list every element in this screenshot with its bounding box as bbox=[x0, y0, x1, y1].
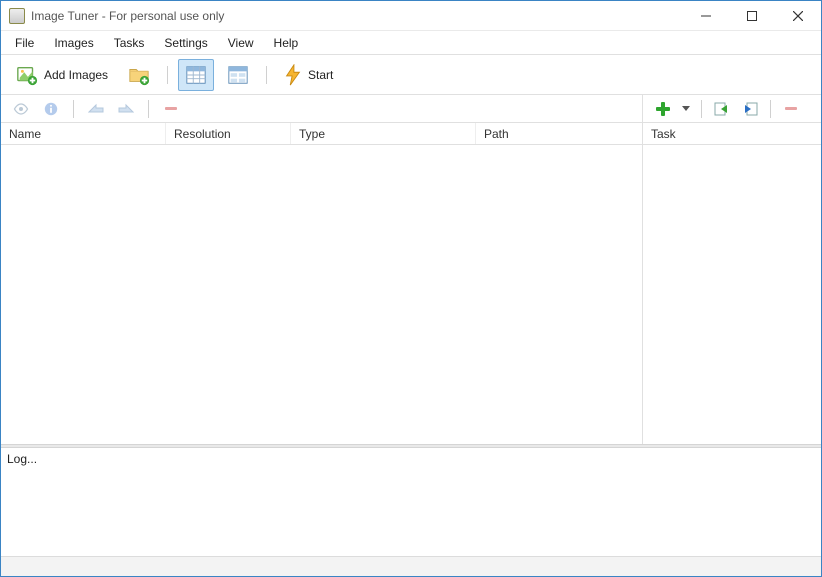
col-task[interactable]: Task bbox=[643, 123, 821, 144]
import-icon bbox=[714, 101, 730, 117]
col-name[interactable]: Name bbox=[1, 123, 166, 144]
tasks-list[interactable] bbox=[643, 145, 821, 444]
window-controls bbox=[683, 1, 821, 30]
remove-image-button[interactable] bbox=[159, 98, 183, 120]
import-tasks-button[interactable] bbox=[710, 98, 734, 120]
main-toolbar: Add Images Start bbox=[1, 55, 821, 95]
menu-images[interactable]: Images bbox=[44, 33, 103, 53]
eye-icon bbox=[13, 103, 29, 115]
export-tasks-button[interactable] bbox=[738, 98, 762, 120]
images-columns: Name Resolution Type Path bbox=[1, 123, 642, 145]
info-button[interactable] bbox=[39, 98, 63, 120]
secondary-toolbars bbox=[1, 95, 821, 123]
lightning-icon bbox=[284, 64, 302, 86]
remove-icon bbox=[785, 107, 797, 110]
add-images-button[interactable]: Add Images bbox=[9, 59, 115, 91]
menu-help[interactable]: Help bbox=[264, 33, 309, 53]
remove-task-button[interactable] bbox=[779, 98, 803, 120]
separator bbox=[701, 100, 702, 118]
toolbar-separator bbox=[266, 66, 267, 84]
toolbar-separator bbox=[167, 66, 168, 84]
menu-bar: File Images Tasks Settings View Help bbox=[1, 31, 821, 55]
images-toolbar bbox=[1, 95, 643, 122]
info-icon bbox=[44, 102, 58, 116]
rotate-left-button[interactable] bbox=[84, 98, 108, 120]
minimize-button[interactable] bbox=[683, 1, 729, 30]
start-button[interactable]: Start bbox=[277, 59, 340, 91]
close-button[interactable] bbox=[775, 1, 821, 30]
menu-settings[interactable]: Settings bbox=[154, 33, 217, 53]
export-icon bbox=[742, 101, 758, 117]
col-type[interactable]: Type bbox=[291, 123, 476, 144]
col-path[interactable]: Path bbox=[476, 123, 642, 144]
start-label: Start bbox=[308, 68, 333, 82]
window-title: Image Tuner - For personal use only bbox=[31, 9, 224, 23]
view-details-button[interactable] bbox=[178, 59, 214, 91]
preview-button[interactable] bbox=[9, 98, 33, 120]
images-list[interactable] bbox=[1, 145, 642, 444]
list-view-icon bbox=[185, 64, 207, 86]
tasks-columns: Task bbox=[643, 123, 821, 145]
thumbnails-view-icon bbox=[227, 64, 249, 86]
title-bar: Image Tuner - For personal use only bbox=[1, 1, 821, 31]
chevron-down-icon bbox=[682, 106, 690, 111]
add-task-button[interactable] bbox=[651, 98, 675, 120]
add-icon bbox=[656, 102, 670, 116]
menu-view[interactable]: View bbox=[218, 33, 264, 53]
add-task-dropdown[interactable] bbox=[679, 98, 693, 120]
separator bbox=[73, 100, 74, 118]
tasks-toolbar bbox=[643, 95, 821, 122]
status-bar bbox=[1, 556, 821, 576]
add-images-icon bbox=[16, 64, 38, 86]
separator bbox=[770, 100, 771, 118]
menu-file[interactable]: File bbox=[5, 33, 44, 53]
content-panes: Name Resolution Type Path Task bbox=[1, 123, 821, 444]
add-folder-button[interactable] bbox=[121, 59, 157, 91]
log-text: Log... bbox=[7, 452, 37, 466]
rotate-left-icon bbox=[88, 102, 104, 116]
col-resolution[interactable]: Resolution bbox=[166, 123, 291, 144]
rotate-right-icon bbox=[118, 102, 134, 116]
tasks-pane: Task bbox=[643, 123, 821, 444]
images-pane: Name Resolution Type Path bbox=[1, 123, 643, 444]
remove-icon bbox=[165, 107, 177, 110]
separator bbox=[148, 100, 149, 118]
app-icon bbox=[9, 8, 25, 24]
view-thumbnails-button[interactable] bbox=[220, 59, 256, 91]
add-images-label: Add Images bbox=[44, 68, 108, 82]
maximize-button[interactable] bbox=[729, 1, 775, 30]
log-pane[interactable]: Log... bbox=[1, 448, 821, 556]
folder-add-icon bbox=[128, 64, 150, 86]
rotate-right-button[interactable] bbox=[114, 98, 138, 120]
menu-tasks[interactable]: Tasks bbox=[104, 33, 155, 53]
